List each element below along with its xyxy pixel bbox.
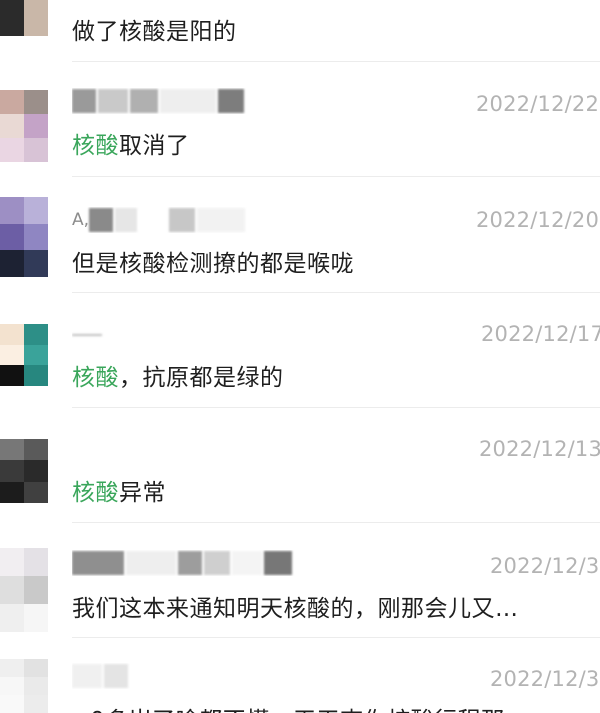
avatar[interactable] (0, 197, 48, 277)
message-time: 2022/12/17 (481, 322, 600, 346)
keyword-highlight[interactable]: 核酸 (72, 365, 119, 391)
message-text-rest: ，抗原都是绿的 (119, 365, 284, 391)
message-time: 2022/12/3 (490, 554, 600, 578)
message-text: 核酸取消了 (72, 126, 190, 160)
message-item[interactable]: 2022/12/17 核酸，抗原都是绿的 (0, 292, 600, 408)
keyword-highlight[interactable]: 核酸 (72, 480, 119, 506)
message-item[interactable]: 做了核酸是阳的 (0, 0, 600, 62)
message-text-rest: 取消了 (119, 133, 190, 159)
sender-name (72, 322, 312, 348)
message-item[interactable]: 2022/12/13 核酸异常 (0, 407, 600, 523)
message-time: 2022/12/22 (476, 92, 600, 116)
message-text: 做了核酸是阳的 (72, 19, 237, 45)
message-item[interactable]: A, 2022/12/20 但是核酸检测撩的都是喉咙 (0, 177, 600, 293)
message-text: 但是核酸检测撩的都是喉咙 (72, 251, 354, 277)
message-text: 核酸异常 (72, 473, 166, 507)
message-text: 我们这本来通知明天核酸的，刚那会儿又… (72, 596, 519, 622)
message-time: 2022/12/20 (476, 208, 600, 232)
sender-name (72, 88, 312, 114)
avatar[interactable] (0, 439, 48, 503)
sender-name (72, 663, 312, 689)
keyword-highlight[interactable]: 核酸 (72, 133, 119, 159)
message-time: 2022/12/13 (479, 437, 600, 461)
message-text-rest: 异常 (119, 480, 166, 506)
message-text: 核酸，抗原都是绿的 (72, 358, 284, 392)
avatar[interactable] (0, 90, 48, 162)
message-item[interactable]: 2022/12/22 核酸取消了 (0, 62, 600, 177)
message-time: 2022/12/3 (490, 667, 600, 691)
avatar[interactable] (0, 324, 48, 386)
avatar[interactable] (0, 0, 48, 36)
message-item[interactable]: 2022/12/3 0多岁了啥都不懂，天天查你核酸行程那 (0, 637, 600, 713)
message-item[interactable]: 2022/12/3 我们这本来通知明天核酸的，刚那会儿又… (0, 522, 600, 638)
message-text: 0多岁了啥都不懂，天天查你核酸行程那 (90, 701, 505, 713)
sender-name (72, 550, 312, 576)
avatar[interactable] (0, 659, 48, 713)
avatar[interactable] (0, 548, 48, 632)
sender-name: A, (72, 207, 312, 233)
